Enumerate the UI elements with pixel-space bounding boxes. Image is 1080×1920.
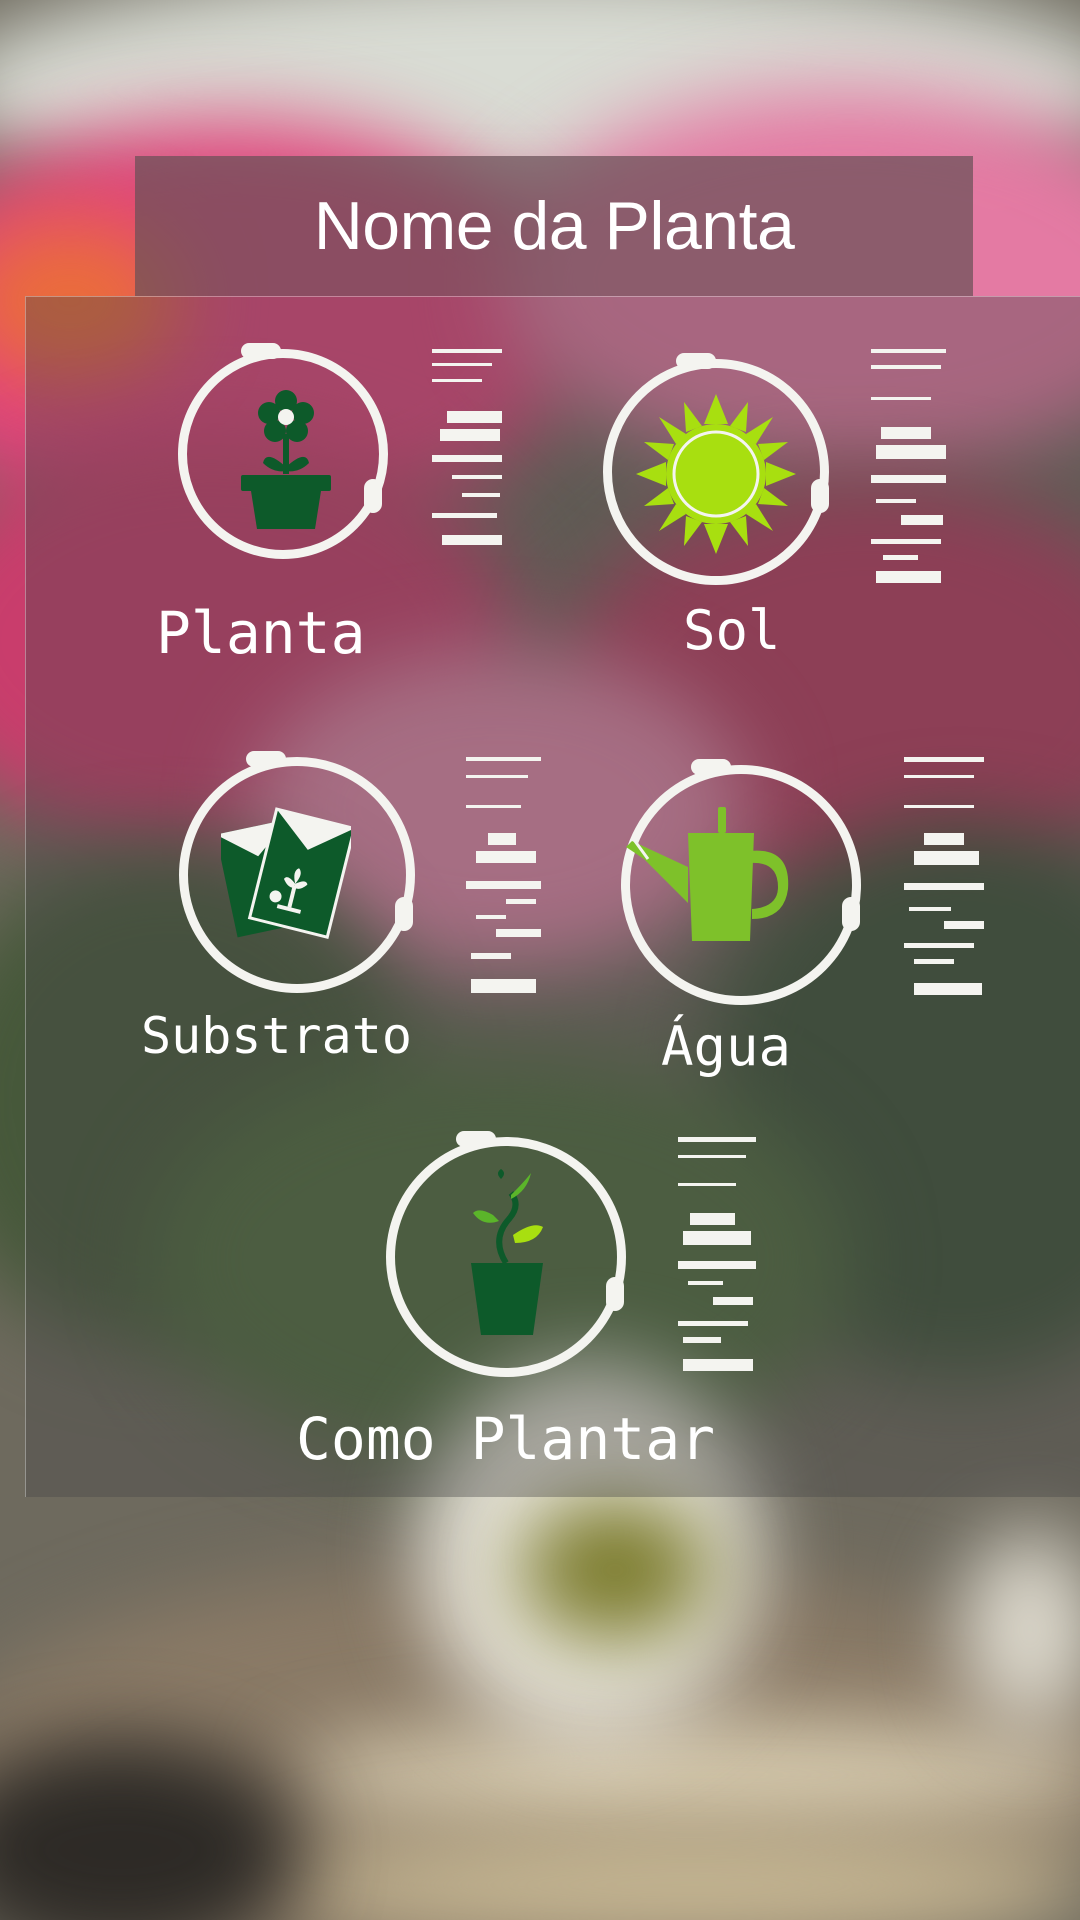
- info-bars: [678, 1137, 758, 1377]
- menu-item-label: Sol: [683, 599, 781, 662]
- menu-item-label: Planta: [156, 599, 366, 667]
- menu-item-label: Como Plantar: [296, 1405, 716, 1473]
- info-bars: [466, 757, 546, 997]
- sun-icon: [636, 394, 796, 554]
- potted-flower-icon: [241, 390, 331, 529]
- menu-item-label: Substrato: [141, 1007, 412, 1065]
- menu-item-sol[interactable]: Sol: [581, 349, 1001, 669]
- info-bars: [432, 349, 507, 564]
- watering-can-icon: [626, 807, 789, 941]
- menu-item-agua[interactable]: Água: [586, 757, 1036, 1097]
- plant-info-panel: Planta Sol Substrato Água Como Plantar: [25, 296, 1080, 1497]
- info-bars: [871, 349, 951, 594]
- menu-item-como-plantar[interactable]: Como Plantar: [296, 1131, 816, 1477]
- page-title: Nome da Planta: [313, 188, 795, 264]
- seed-packet-icon: [221, 807, 351, 939]
- menu-item-label: Água: [661, 1015, 792, 1078]
- sprout-pot-icon: [471, 1169, 543, 1335]
- menu-item-substrato[interactable]: Substrato: [141, 751, 581, 1097]
- info-bars: [904, 757, 989, 1007]
- menu-item-planta[interactable]: Planta: [156, 343, 502, 669]
- page-header: Nome da Planta: [135, 156, 973, 296]
